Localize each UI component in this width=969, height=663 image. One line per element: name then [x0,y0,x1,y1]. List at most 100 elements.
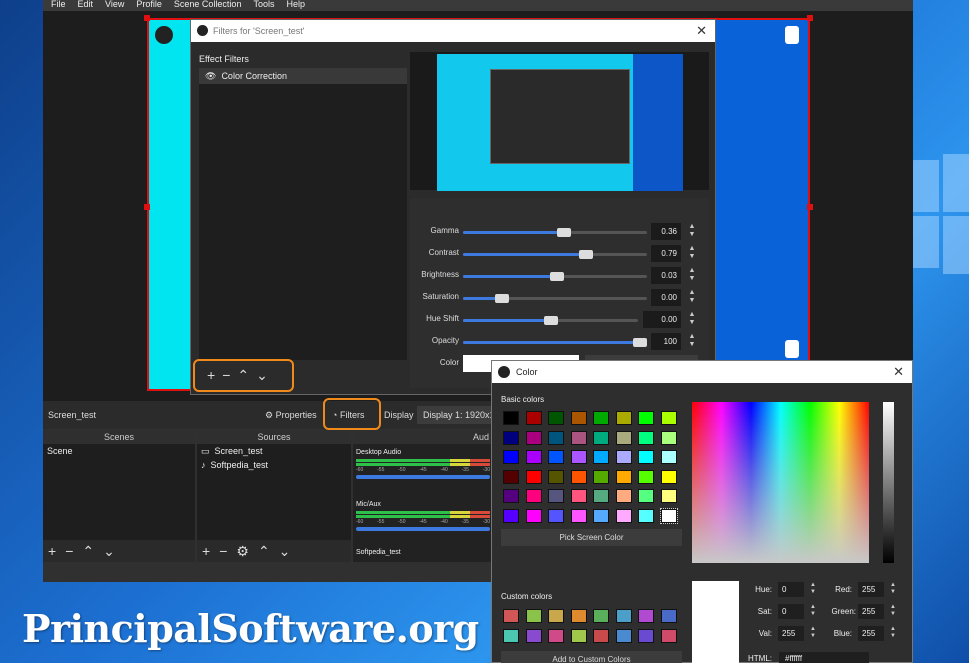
custom-color-swatch[interactable] [638,628,654,643]
basic-color-swatch[interactable] [525,508,542,523]
basic-color-swatch[interactable] [503,489,519,503]
val-field[interactable]: 255 [778,626,804,641]
basic-color-swatch[interactable] [593,508,609,523]
basic-color-swatch[interactable] [638,508,654,523]
add-source-icon[interactable]: + [202,543,210,559]
slider-thumb[interactable] [550,272,564,281]
basic-color-swatch[interactable] [593,411,609,425]
basic-color-swatch[interactable] [660,430,677,445]
custom-color-swatch[interactable] [503,609,519,623]
basic-color-swatch[interactable] [638,450,654,464]
sat-spin-icon[interactable]: ▲ ▼ [808,604,818,619]
slider-thumb[interactable] [633,338,647,347]
custom-color-swatch[interactable] [593,609,609,623]
menu-item-help[interactable]: Help [286,0,305,11]
menu-item-tools[interactable]: Tools [253,0,274,11]
basic-color-swatch[interactable] [660,411,677,425]
basic-color-swatch[interactable] [615,469,632,484]
basic-color-swatch[interactable] [660,469,677,484]
basic-color-swatch[interactable] [570,430,587,445]
basic-color-swatch[interactable] [548,411,564,425]
basic-color-swatch[interactable] [525,450,542,464]
property-value-field[interactable]: 0.03 [651,267,681,284]
filter-item-color-correction[interactable]: 👁 Color Correction [199,68,407,84]
spin-arrows-icon[interactable]: ▲ ▼ [686,245,698,262]
custom-color-swatch[interactable] [593,628,609,643]
menu-item-view[interactable]: View [105,0,124,11]
basic-color-swatch[interactable] [548,430,564,445]
basic-color-swatch[interactable] [638,469,654,484]
spin-arrows-icon[interactable]: ▲ ▼ [686,311,698,328]
move-up-icon[interactable]: ⌃ [258,543,270,560]
html-field[interactable]: #ffffff [779,652,869,663]
slider-thumb[interactable] [557,228,571,237]
resize-handle-ml[interactable] [144,204,150,210]
volume-slider[interactable] [356,475,490,479]
pick-screen-color-button[interactable]: Pick Screen Color [501,529,682,546]
basic-color-swatch[interactable] [548,489,564,503]
spin-arrows-icon[interactable]: ▲ ▼ [686,333,698,350]
property-value-field[interactable]: 0.36 [651,223,681,240]
basic-color-swatch[interactable] [659,507,678,524]
basic-color-swatch[interactable] [638,430,654,445]
basic-color-swatch[interactable] [660,489,677,503]
resize-handle-mr[interactable] [807,204,813,210]
scene-item[interactable]: Scene [43,444,195,458]
custom-color-swatch[interactable] [548,628,564,643]
basic-color-swatch[interactable] [525,430,542,445]
basic-color-swatch[interactable] [615,411,632,425]
hue-spin-icon[interactable]: ▲ ▼ [808,582,818,597]
spin-arrows-icon[interactable]: ▲ ▼ [686,267,698,284]
basic-color-swatch[interactable] [570,469,587,484]
hue-field[interactable]: 0 [778,582,804,597]
basic-color-swatch[interactable] [503,469,519,484]
remove-source-icon[interactable]: − [219,543,227,559]
basic-color-swatch[interactable] [548,469,564,484]
basic-color-swatch[interactable] [503,411,519,425]
basic-color-swatch[interactable] [525,411,542,425]
menu-item-edit[interactable]: Edit [78,0,94,11]
eye-icon[interactable]: 👁 [205,68,216,84]
basic-color-swatch[interactable] [548,508,564,523]
remove-scene-icon[interactable]: − [65,543,73,559]
slider-thumb[interactable] [495,294,509,303]
basic-color-swatch[interactable] [570,489,587,503]
custom-color-swatch[interactable] [503,628,519,643]
move-down-icon[interactable]: ⌄ [279,543,291,560]
property-value-field[interactable]: 0.00 [651,289,681,306]
custom-color-swatch[interactable] [638,609,654,623]
basic-color-swatch[interactable] [503,450,519,464]
spin-arrows-icon[interactable]: ▲ ▼ [686,223,698,240]
basic-color-swatch[interactable] [615,489,632,503]
basic-color-swatch[interactable] [570,508,587,523]
green-spin-icon[interactable]: ▲ ▼ [888,604,898,619]
move-up-icon[interactable]: ⌃ [82,543,94,560]
blue-field[interactable]: 255 [858,626,884,641]
basic-color-swatch[interactable] [570,411,587,425]
add-custom-color-button[interactable]: Add to Custom Colors [501,651,682,663]
property-slider[interactable] [463,294,647,303]
basic-color-swatch[interactable] [503,430,519,445]
custom-color-swatch[interactable] [615,609,632,623]
properties-button[interactable]: ⚙ Properties [261,406,321,424]
custom-color-swatch[interactable] [570,609,587,623]
custom-color-swatch[interactable] [525,628,542,643]
basic-color-swatch[interactable] [615,430,632,445]
resize-handle-tr[interactable] [807,15,813,21]
close-icon[interactable]: ✕ [893,361,904,383]
slider-thumb[interactable] [579,250,593,259]
basic-color-swatch[interactable] [593,469,609,484]
sat-field[interactable]: 0 [778,604,804,619]
property-slider[interactable] [463,316,638,325]
custom-color-swatch[interactable] [660,609,677,623]
basic-color-swatch[interactable] [615,450,632,464]
custom-color-swatch[interactable] [548,609,564,623]
green-field[interactable]: 255 [858,604,884,619]
slider-thumb[interactable] [544,316,558,325]
red-field[interactable]: 255 [858,582,884,597]
luminance-slider[interactable] [883,402,894,563]
basic-color-swatch[interactable] [660,450,677,464]
basic-color-swatch[interactable] [525,489,542,503]
color-spectrum[interactable] [692,402,869,563]
basic-color-swatch[interactable] [525,469,542,484]
